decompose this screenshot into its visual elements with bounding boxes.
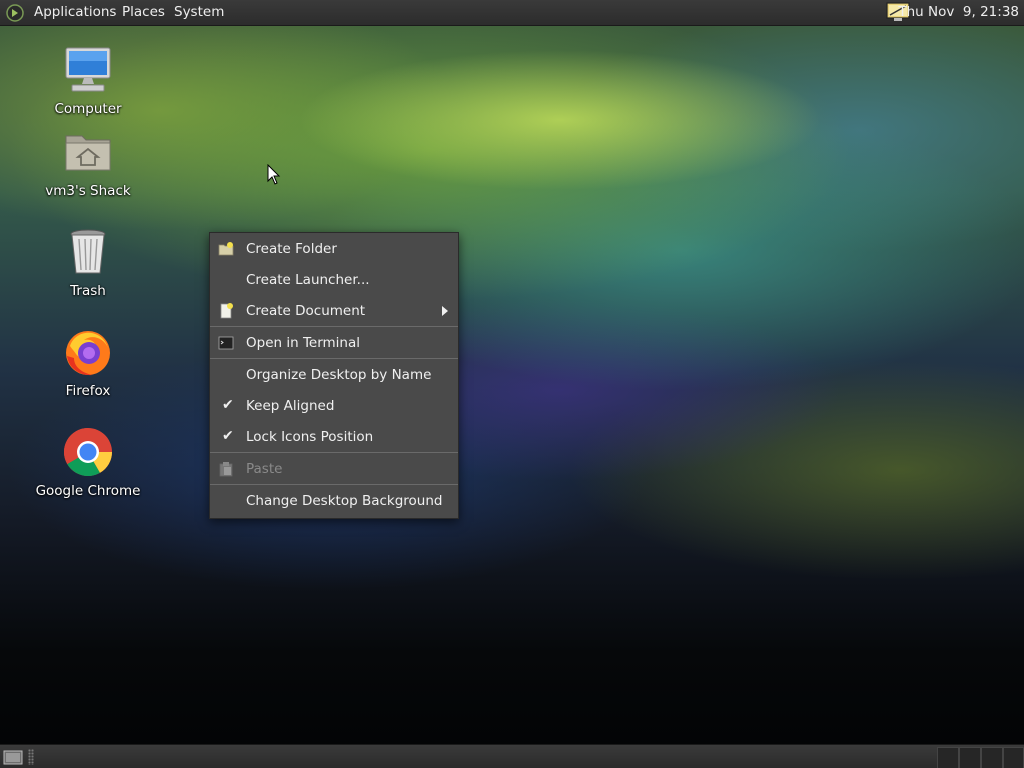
desktop-icon-chrome[interactable]: Google Chrome: [28, 426, 148, 499]
menu-item-organize-by-name[interactable]: Organize Desktop by Name: [210, 361, 458, 389]
desktop-icon-label: Firefox: [65, 383, 111, 399]
home-folder-icon: [65, 135, 111, 171]
menu-item-label: Open in Terminal: [246, 335, 360, 351]
menu-item-label: Change Desktop Background: [246, 493, 443, 509]
desktop-context-menu: Create Folder Create Launcher... Create …: [209, 232, 459, 519]
menu-item-label: Lock Icons Position: [246, 429, 374, 445]
menu-separator: [210, 326, 458, 327]
menu-item-label: Create Launcher...: [246, 272, 370, 288]
trash-icon: [70, 229, 106, 274]
show-desktop-icon[interactable]: [3, 749, 23, 765]
mouse-pointer-icon: [267, 164, 281, 185]
desktop-icon-label: Trash: [70, 283, 106, 299]
menu-item-label: Create Folder: [246, 241, 337, 257]
panel-grip[interactable]: [28, 749, 34, 765]
system-menu[interactable]: System: [174, 4, 224, 21]
desktop-icon-label: vm3's Shack: [45, 183, 131, 199]
places-menu[interactable]: Places: [122, 4, 165, 21]
terminal-icon: [218, 336, 234, 350]
clock[interactable]: Thu Nov 9, 21:38: [898, 4, 1019, 21]
bottom-panel: [0, 744, 1024, 768]
menu-item-label: Keep Aligned: [246, 398, 335, 414]
computer-icon: [65, 47, 111, 92]
desktop-icon-trash[interactable]: Trash: [28, 226, 148, 299]
paste-icon: [219, 462, 233, 477]
menu-item-create-folder[interactable]: Create Folder: [210, 235, 458, 263]
menu-item-label: Paste: [246, 461, 283, 477]
menu-item-label: Create Document: [246, 303, 366, 319]
top-panel: Applications Places System Thu Nov 9, 21…: [0, 0, 1024, 26]
menu-separator: [210, 358, 458, 359]
menu-item-open-terminal[interactable]: Open in Terminal: [210, 329, 458, 357]
menu-item-create-launcher[interactable]: Create Launcher...: [210, 266, 458, 294]
firefox-icon: [66, 331, 110, 376]
desktop[interactable]: Applications Places System Thu Nov 9, 21…: [0, 0, 1024, 768]
workspace-2[interactable]: [959, 747, 981, 768]
desktop-icon-label: Computer: [54, 101, 122, 117]
menu-item-paste: Paste: [210, 455, 458, 483]
menu-separator: [210, 484, 458, 485]
applications-menu[interactable]: Applications: [34, 4, 116, 21]
desktop-icon-computer[interactable]: Computer: [28, 44, 148, 117]
desktop-icon-label: Google Chrome: [35, 483, 141, 499]
folder-new-icon: [218, 242, 234, 256]
check-icon: ✔: [222, 397, 234, 413]
distro-logo-icon[interactable]: [6, 4, 24, 22]
document-new-icon: [220, 303, 233, 319]
workspace-4[interactable]: [1003, 747, 1024, 768]
chrome-icon: [63, 428, 112, 477]
workspace-3[interactable]: [981, 747, 1003, 768]
submenu-arrow-icon: [442, 306, 448, 316]
desktop-icon-firefox[interactable]: Firefox: [28, 326, 148, 399]
menu-separator: [210, 452, 458, 453]
check-icon: ✔: [222, 428, 234, 444]
menu-item-change-background[interactable]: Change Desktop Background: [210, 487, 458, 515]
menu-item-label: Organize Desktop by Name: [246, 367, 432, 383]
menu-item-keep-aligned[interactable]: ✔ Keep Aligned: [210, 392, 458, 420]
desktop-icon-home[interactable]: vm3's Shack: [28, 126, 148, 199]
menu-item-create-document[interactable]: Create Document: [210, 297, 458, 325]
workspace-1[interactable]: [937, 747, 959, 768]
menu-item-lock-icons[interactable]: ✔ Lock Icons Position: [210, 423, 458, 451]
